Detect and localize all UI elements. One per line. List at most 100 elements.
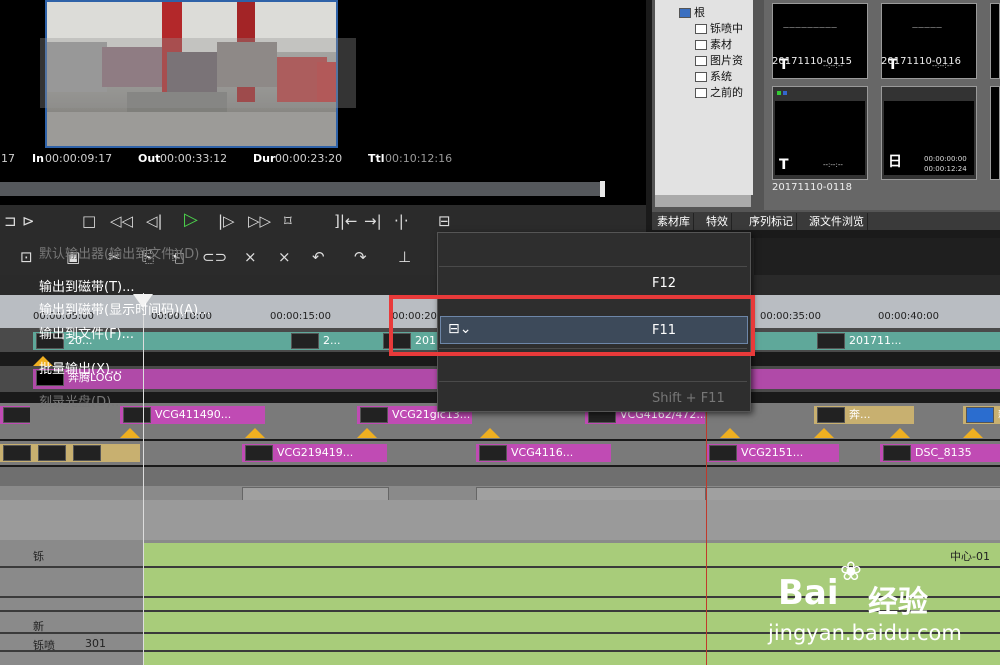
tree-folder[interactable]: 素材	[695, 36, 732, 52]
video-clip[interactable]: VCG2151...	[706, 444, 839, 462]
insert-icon[interactable]: ]|←	[334, 211, 357, 231]
undo-icon[interactable]: ↶	[312, 247, 325, 267]
stop-icon[interactable]: □	[82, 211, 96, 231]
video-clip[interactable]	[0, 444, 140, 462]
total-value: 00:10:12:16	[385, 152, 453, 165]
folder-icon	[695, 40, 707, 50]
audio-clip-label: 新	[33, 620, 44, 633]
transition-marker[interactable]	[814, 428, 834, 438]
title-clip[interactable]: 2...	[288, 332, 368, 350]
menu-shortcut: Shift + F11	[652, 391, 725, 406]
baidu-watermark: Bai ❀ 经验 jingyan.baidu.com	[768, 553, 1000, 665]
out-point-label: Out	[138, 152, 161, 165]
transition-marker[interactable]	[720, 428, 740, 438]
step-forward-icon[interactable]: |▷	[218, 211, 235, 231]
tree-folder[interactable]: 图片资	[695, 52, 743, 68]
bin-clip-thumbnail[interactable]: ————— T --:--:--	[881, 3, 977, 79]
preview-monitor: 17 In 00:00:09:17 Out 00:00:33:12 Dur 00…	[0, 0, 646, 205]
menu-item-output-file[interactable]: 输出到文件(F)...	[39, 323, 134, 342]
delete-icon[interactable]: ×	[244, 247, 257, 267]
tab-library[interactable]: 素材库	[654, 213, 694, 230]
loop-icon[interactable]: ⌑	[284, 211, 292, 231]
ruler-tick-label: 00:00:35:00	[760, 311, 822, 322]
split-icon[interactable]: ·|·	[394, 211, 409, 231]
bin-clip-thumbnail[interactable]: T --:--:--	[772, 86, 868, 180]
duration-value: 00:00:23:20	[275, 152, 343, 165]
audio-clip-label: 铄	[33, 550, 44, 563]
timeline-marker-line	[706, 405, 707, 665]
folder-icon	[695, 24, 707, 34]
video-clip[interactable]: 奔...	[814, 406, 914, 424]
step-back-icon[interactable]: ◁|	[146, 211, 163, 231]
bin-clip-thumbnail[interactable]	[990, 86, 1000, 180]
folder-icon	[695, 56, 707, 66]
in-point-label: In	[32, 152, 44, 165]
title-clip[interactable]: 201711...	[814, 332, 924, 350]
bin-folder-tree: 根 铄喷中 素材 图片资 系统 之前的	[655, 0, 753, 195]
menu-shortcut: F12	[652, 276, 677, 291]
transition-marker[interactable]	[963, 428, 983, 438]
seek-handle[interactable]	[600, 181, 605, 197]
in-point-value: 00:00:09:17	[45, 152, 113, 165]
bin-clip-thumbnail[interactable]: 日 00:00:00:00 00:00:12:24	[881, 86, 977, 180]
video-clip[interactable]: 新	[963, 406, 1000, 424]
annotation-highlight-box	[389, 295, 755, 356]
audio-clip-label: 铄喷	[33, 639, 55, 652]
folder-icon	[695, 72, 707, 82]
tree-root[interactable]: 根	[679, 4, 705, 20]
transition-marker[interactable]	[120, 428, 140, 438]
watermark-brand: Bai	[778, 573, 839, 613]
video-clip[interactable]: VCG4116...	[476, 444, 611, 462]
video-clip[interactable]	[0, 406, 30, 424]
watermark-url: jingyan.baidu.com	[768, 621, 962, 645]
menu-item-batch-output[interactable]: 批量输出(X)...	[39, 358, 122, 377]
duration-label: Dur	[253, 152, 276, 165]
menu-item-burn-disc[interactable]: 刻录光盘(D)...	[39, 391, 124, 410]
tab-sequence-markers[interactable]: 序列标记	[746, 213, 797, 230]
ruler-tick-label: 00:00:15:00	[270, 311, 332, 322]
video-clip[interactable]: DSC_8135	[880, 444, 1000, 462]
tree-folder[interactable]: 之前的	[695, 84, 743, 100]
total-label: Ttl	[368, 152, 385, 165]
mark-in-icon[interactable]: ⊐	[4, 211, 17, 231]
menu-item-default-output[interactable]: 默认输出器(输出到文件)(D)	[39, 243, 199, 262]
tree-folder[interactable]: 系统	[695, 68, 732, 84]
tab-effects[interactable]: 特效	[703, 213, 732, 230]
redo-icon[interactable]: ↷	[354, 247, 367, 267]
tab-source-browser[interactable]: 源文件浏览	[806, 213, 868, 230]
folder-icon	[679, 8, 691, 18]
paw-icon: ❀	[840, 557, 862, 587]
playhead-line[interactable]	[143, 293, 144, 665]
menu-item-output-tape[interactable]: 输出到磁带(T)...	[39, 276, 134, 295]
bin-clip-thumbnail[interactable]	[990, 3, 1000, 79]
timecode-current: 17	[1, 152, 15, 165]
bin-clip-label: 20171110-0115	[772, 56, 852, 67]
output-icon[interactable]: ⊟	[438, 211, 451, 231]
tree-folder[interactable]: 铄喷中	[695, 20, 743, 36]
fast-forward-icon[interactable]: ▷▷	[248, 211, 271, 231]
transition-marker[interactable]	[480, 428, 500, 438]
video-clip[interactable]: VCG411490...	[120, 406, 265, 424]
overwrite-icon[interactable]: →|	[364, 211, 382, 231]
transition-marker[interactable]	[245, 428, 265, 438]
import-icon[interactable]: ⊡	[20, 247, 33, 267]
video-clip[interactable]: VCG219419...	[242, 444, 387, 462]
bin-thumbnails: ————————— T --:--:-- 20171110-0115 —————…	[764, 0, 1000, 210]
bin-clip-thumbnail[interactable]: ————————— T --:--:--	[772, 3, 868, 79]
preview-seekbar[interactable]	[0, 182, 605, 196]
audio-clip-label: 301	[85, 637, 106, 650]
ripple-delete-icon[interactable]: ×	[278, 247, 291, 267]
bin-clip-label: 20171110-0118	[772, 182, 852, 193]
transition-marker[interactable]	[890, 428, 910, 438]
transition-marker[interactable]	[357, 428, 377, 438]
ruler-tick-label: 00:00:40:00	[878, 311, 940, 322]
bin-clip-label: 20171110-0116	[881, 56, 961, 67]
rewind-icon[interactable]: ◁◁	[110, 211, 133, 231]
menu-item-output-tape-timecode[interactable]: 输出到磁带(显示时间码)(A)...	[39, 299, 211, 318]
mark-out-icon[interactable]: ⊳	[22, 211, 35, 231]
tree-scrollbar[interactable]	[655, 195, 751, 207]
marker-icon[interactable]: ⊥	[398, 247, 411, 267]
link-icon[interactable]: ⊂⊃	[202, 247, 227, 267]
play-icon[interactable]: ▷	[184, 210, 198, 230]
out-point-value: 00:00:33:12	[160, 152, 228, 165]
